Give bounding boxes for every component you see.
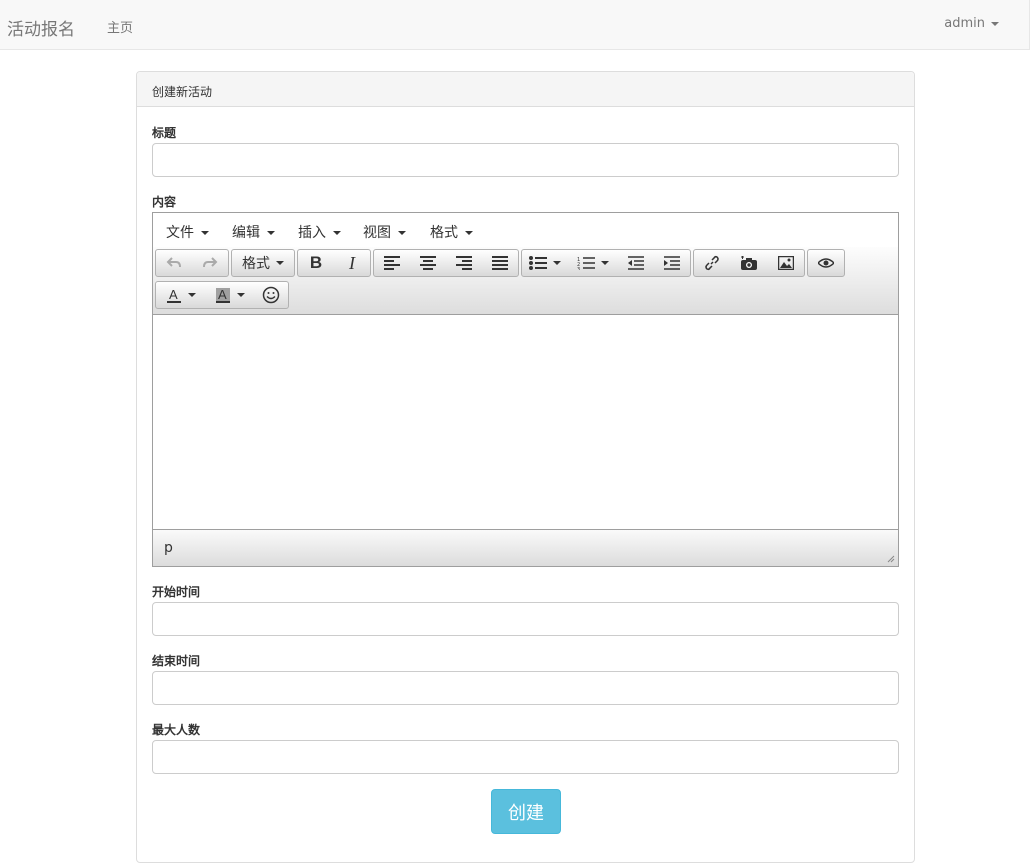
align-right-button[interactable] [446, 250, 482, 276]
editor-statusbar: p [153, 529, 898, 566]
max-people-input[interactable] [152, 740, 899, 774]
panel-heading: 创建新活动 [137, 72, 914, 107]
chevron-down-icon [991, 21, 999, 26]
menu-insert-label: 插入 [298, 225, 326, 241]
insert-group [693, 249, 805, 277]
style-group: B I [297, 249, 371, 277]
menu-view-label: 视图 [363, 225, 391, 241]
editor-menubar: 文件 编辑 插入 视图 格式 [153, 213, 898, 248]
menu-edit[interactable]: 编辑 [232, 222, 275, 242]
color-group: A A [155, 281, 289, 309]
max-people-label: 最大人数 [152, 723, 201, 737]
camera-icon [741, 255, 757, 270]
menu-format-label: 格式 [430, 225, 458, 241]
user-menu[interactable]: admin [944, 16, 999, 31]
align-left-icon [384, 256, 400, 270]
image-button[interactable] [768, 250, 804, 276]
view-group [807, 249, 845, 277]
indent-icon [664, 256, 680, 270]
format-dropdown-label: 格式 [242, 256, 270, 272]
undo-icon [166, 257, 181, 268]
align-center-icon [420, 256, 436, 270]
link-icon [705, 255, 719, 271]
bullet-list-button[interactable] [522, 250, 568, 276]
title-label: 标题 [152, 126, 177, 140]
chevron-down-icon [267, 231, 275, 235]
link-button[interactable] [694, 250, 730, 276]
align-center-button[interactable] [410, 250, 446, 276]
text-color-icon: A [167, 287, 181, 303]
brand-link[interactable]: 活动报名 [7, 15, 75, 40]
preview-eye-icon [818, 258, 834, 268]
menu-file[interactable]: 文件 [166, 222, 209, 242]
background-color-icon: A [216, 287, 230, 303]
italic-button[interactable]: I [334, 250, 370, 276]
outdent-icon [628, 256, 644, 270]
format-dropdown[interactable]: 格式 [232, 250, 294, 276]
rich-text-editor: 文件 编辑 插入 视图 格式 格式 B I 1 2 3 A A p [152, 212, 899, 567]
numbered-list-button[interactable]: 123 [568, 250, 618, 276]
align-justify-icon [492, 256, 508, 270]
menu-edit-label: 编辑 [232, 225, 260, 241]
bullet-list-icon [529, 256, 547, 270]
redo-button[interactable] [192, 250, 228, 276]
start-time-label: 开始时间 [152, 585, 201, 599]
chevron-down-icon [201, 231, 209, 235]
title-input[interactable] [152, 143, 899, 177]
undo-button[interactable] [156, 250, 192, 276]
menu-view[interactable]: 视图 [363, 222, 406, 242]
redo-icon [203, 257, 218, 268]
end-time-input[interactable] [152, 671, 899, 705]
outdent-button[interactable] [618, 250, 654, 276]
editor-content-area[interactable] [153, 315, 898, 529]
content-label: 内容 [152, 195, 177, 209]
top-navbar: 活动报名 主页 admin [0, 0, 1030, 50]
bold-button[interactable]: B [298, 250, 334, 276]
emoticon-icon [262, 286, 280, 304]
align-justify-button[interactable] [482, 250, 518, 276]
text-color-button[interactable]: A [156, 282, 206, 308]
editor-toolbar: 格式 B I 1 2 3 A A [153, 247, 898, 315]
camera-button[interactable] [730, 250, 768, 276]
menu-insert[interactable]: 插入 [298, 222, 341, 242]
end-time-label: 结束时间 [152, 654, 201, 668]
chevron-down-icon [188, 293, 196, 297]
svg-text:A: A [218, 287, 227, 302]
list-group: 123 [521, 249, 691, 277]
chevron-down-icon [398, 231, 406, 235]
numbered-list-icon: 123 [577, 257, 595, 270]
emoticon-button[interactable] [254, 282, 288, 308]
chevron-down-icon [276, 261, 284, 265]
element-path[interactable]: p [164, 540, 173, 556]
preview-button[interactable] [808, 250, 844, 276]
chevron-down-icon [237, 293, 245, 297]
chevron-down-icon [465, 231, 473, 235]
italic-icon: I [349, 252, 355, 273]
user-name: admin [944, 16, 985, 31]
create-button[interactable]: 创建 [491, 789, 561, 834]
image-icon [778, 256, 794, 270]
history-group [155, 249, 229, 277]
align-group [373, 249, 519, 277]
chevron-down-icon [601, 261, 609, 265]
align-right-icon [456, 256, 472, 270]
bold-icon: B [309, 253, 323, 272]
background-color-button[interactable]: A [206, 282, 254, 308]
chevron-down-icon [553, 261, 561, 265]
menu-format[interactable]: 格式 [430, 222, 473, 242]
svg-text:3: 3 [577, 267, 580, 270]
indent-button[interactable] [654, 250, 690, 276]
create-activity-panel: 创建新活动 标题 内容 文件 编辑 插入 视图 格式 格式 B I 1 2 3 … [136, 71, 915, 863]
start-time-input[interactable] [152, 602, 899, 636]
menu-file-label: 文件 [166, 225, 194, 241]
format-group: 格式 [231, 249, 295, 277]
chevron-down-icon [333, 231, 341, 235]
svg-text:A: A [169, 287, 178, 302]
resize-handle-icon[interactable] [887, 555, 895, 563]
nav-home-link[interactable]: 主页 [107, 17, 133, 36]
align-left-button[interactable] [374, 250, 410, 276]
